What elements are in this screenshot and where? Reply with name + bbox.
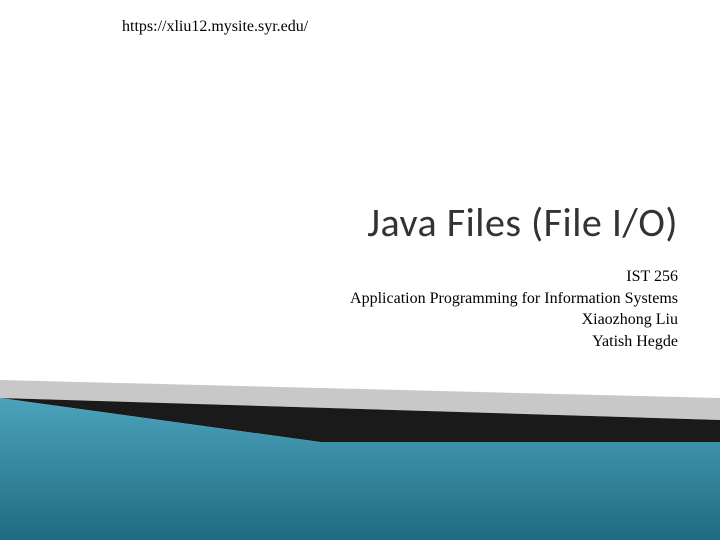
author-1: Xiaozhong Liu (350, 309, 678, 331)
header-url: https://xliu12.mysite.syr.edu/ (122, 18, 308, 36)
course-code: IST 256 (350, 266, 678, 288)
author-2: Yatish Hegde (350, 331, 678, 353)
subtitle-block: IST 256 Application Programming for Info… (350, 266, 678, 352)
slide-title: Java Files (File I/O) (367, 198, 678, 247)
course-name: Application Programming for Information … (350, 288, 678, 310)
decorative-footer-graphic (0, 380, 720, 540)
